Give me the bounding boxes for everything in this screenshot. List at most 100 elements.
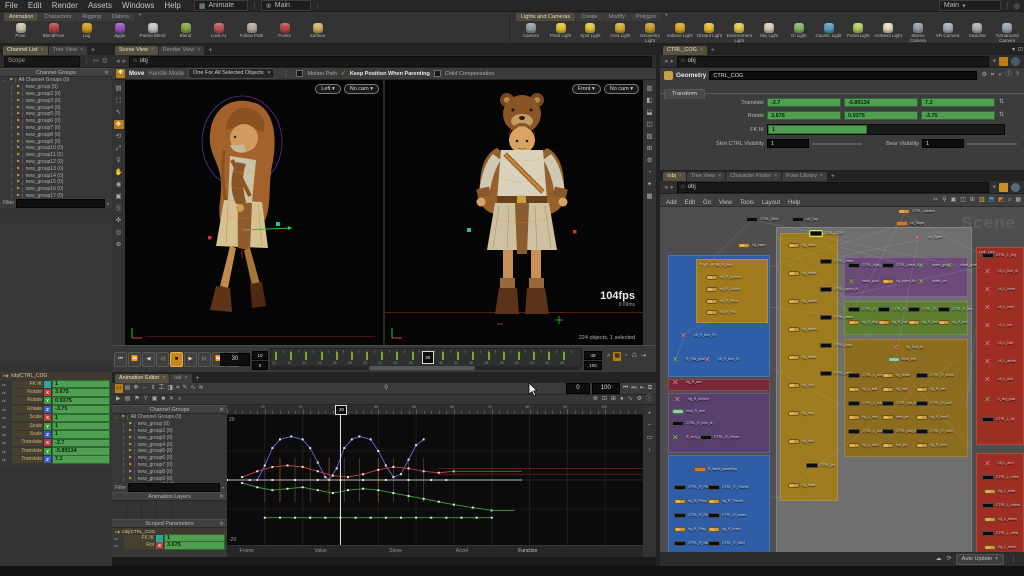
select-icon[interactable]: ↖ bbox=[114, 108, 124, 117]
pin-icon[interactable]: ⊡ bbox=[1017, 46, 1024, 55]
shelf-new-tab-button[interactable]: + bbox=[135, 12, 145, 21]
rotate-x-field[interactable]: 3.675 bbox=[767, 111, 841, 120]
tree-item-new-group7-0[interactable]: ├ ⚑{new_group7 (0) bbox=[112, 462, 227, 469]
scoped-param-scale-y[interactable]: ▸▸ Scale Y 1 bbox=[0, 421, 112, 431]
shelf-tool-gi-light[interactable]: GI Light bbox=[784, 23, 814, 43]
right-desktop-menu-icon[interactable]: ⋮ bbox=[1001, 2, 1014, 10]
expand-icons[interactable]: ▸▸ bbox=[2, 449, 11, 454]
back-icon[interactable]: ◂ bbox=[664, 183, 668, 191]
graph-view-icon[interactable]: ▭ bbox=[115, 384, 123, 393]
filter-dropdown-icon[interactable]: ▾ bbox=[107, 201, 109, 206]
recook-icon[interactable]: ⟳ bbox=[946, 555, 953, 564]
zoom-out-icon[interactable]: − bbox=[645, 421, 655, 430]
grid-icon[interactable]: ⊞ bbox=[645, 144, 655, 153]
menu-windows[interactable]: Windows bbox=[117, 1, 159, 10]
network-node-rig-l-ball[interactable]: rig_L_ball bbox=[848, 387, 877, 392]
twisty-icon[interactable]: ├ bbox=[122, 469, 126, 474]
fit-icon[interactable]: ⊡ bbox=[601, 395, 608, 404]
expand-icons[interactable]: ▸▸ bbox=[114, 543, 123, 548]
tab-animation-editor[interactable]: Animation Editor × bbox=[115, 374, 170, 383]
shelf-tab-dabins[interactable]: Dabins bbox=[107, 13, 135, 21]
tree-item-new-group-0[interactable]: ├ ⚑{new_group (0) bbox=[112, 421, 227, 428]
network-node-ctrl-r-toe[interactable]: CTRL_R_toe bbox=[938, 307, 972, 312]
play-button[interactable]: ▶ bbox=[184, 352, 197, 367]
new-tab-button[interactable]: + bbox=[88, 46, 98, 55]
network-node-r-hand-parenting[interactable]: R_hand_parenting bbox=[694, 467, 737, 472]
network-node-ctrl-l-ball[interactable]: CTRL_L_ball bbox=[848, 429, 882, 434]
right-desktop-selector[interactable]: Main ▾ bbox=[938, 0, 1001, 11]
shelf-tool-area-light[interactable]: Area Light bbox=[605, 23, 635, 43]
network-node-chest-goal[interactable]: ✕ chest_goal bbox=[946, 262, 977, 270]
shelf-tool-stereo-camera[interactable]: Stereo Camera bbox=[903, 23, 933, 43]
cook-icon[interactable]: ☁ bbox=[935, 555, 943, 564]
ae-scoped-gear-icon[interactable]: ⚙ bbox=[220, 520, 224, 529]
close-icon[interactable]: × bbox=[700, 46, 703, 55]
twisty-icon[interactable]: ├ bbox=[10, 91, 14, 96]
net-menu-edit[interactable]: Edit bbox=[681, 200, 699, 206]
net-info-icon[interactable] bbox=[1011, 182, 1020, 192]
network-node-ctrl-l-leg[interactable]: CTRL_L_leg bbox=[982, 253, 1016, 258]
color-palette-icon[interactable]: ⬒ bbox=[988, 196, 996, 205]
scale-keys-h-icon[interactable]: ⇔ bbox=[140, 384, 148, 393]
playback-end-field[interactable]: 49 bbox=[584, 351, 602, 360]
node-info-icon[interactable] bbox=[1011, 56, 1020, 66]
global-end-field[interactable]: 100 bbox=[584, 361, 602, 370]
timeline[interactable]: 10 12 14 16 18 20 22 24 26 28 30 32 34 36 38 40 42 44 46 48… bbox=[270, 348, 582, 367]
keep-position-check-icon[interactable]: ✓ bbox=[341, 70, 346, 77]
close-icon[interactable]: × bbox=[718, 172, 721, 181]
info-icon[interactable]: ⓘ bbox=[645, 395, 653, 404]
expand-icons[interactable]: ▸▸ bbox=[2, 407, 11, 412]
scoped-param-translate-y[interactable]: ▸▸ Translate Y -5.89134 bbox=[0, 447, 112, 456]
shelf-tool-blend[interactable]: Blend bbox=[169, 23, 202, 39]
scoped-param-rotate-y[interactable]: ▸▸ Rotate Y 0.9375 bbox=[0, 396, 112, 406]
move-tool-icon[interactable]: ✥ bbox=[116, 69, 125, 78]
network-node-ctrl-skirt[interactable]: CTRL_Skirt bbox=[746, 217, 778, 222]
dot-icon[interactable]: ∙ bbox=[586, 395, 590, 404]
tree-item-new-group3-0[interactable]: ├ ⚑{new_group3 (0) bbox=[112, 434, 227, 441]
layout-icon[interactable]: ▤ bbox=[114, 84, 124, 93]
ae-filter-dropdown-icon[interactable]: ▾ bbox=[222, 485, 224, 490]
zoom-in-icon[interactable]: + bbox=[645, 409, 655, 418]
viewport-pane-right[interactable]: Front ▾ No cam ▾ 104fps 9.09ms 224 objec… bbox=[385, 80, 643, 345]
network-node-ctl-r-arm[interactable]: ✕ ctl_R_Arm bbox=[702, 262, 732, 270]
network-node-ctl-l-ball[interactable]: ✕ ctl_L_ball bbox=[984, 340, 1013, 348]
network-node-ctrl-r-toe2[interactable]: CTRL_R_toe2 bbox=[916, 401, 952, 406]
new-tab-button[interactable]: + bbox=[205, 46, 215, 55]
expand-icons[interactable]: ▸▸ bbox=[2, 440, 11, 445]
viewport-pane-left[interactable]: Left ▾ No cam ▾ bbox=[125, 80, 383, 345]
twisty-icon[interactable]: ├ bbox=[122, 449, 126, 454]
record-icon[interactable]: ● bbox=[619, 395, 625, 404]
shelf-tool-distant-light[interactable]: Distant Light bbox=[695, 23, 725, 43]
shelf-tool-parent-blend[interactable]: Parent Blend bbox=[136, 23, 169, 39]
shelf-tool-blendpose[interactable]: BlendPose bbox=[37, 23, 70, 39]
network-node-rig-cape[interactable]: rig_cape bbox=[738, 243, 765, 248]
close-icon[interactable]: × bbox=[820, 172, 823, 181]
network-node-bind-r-arm[interactable]: bind_R_arm bbox=[672, 409, 705, 414]
network-node-ctrl-r-thumb[interactable]: CTRL_R_Thumb bbox=[708, 485, 748, 490]
network-node-rig-spine2[interactable]: rig_spine2 bbox=[788, 299, 818, 304]
tab-render-view[interactable]: Render View × bbox=[158, 46, 205, 55]
shelf-tab-characters[interactable]: Characters bbox=[39, 13, 77, 21]
channel-list-icon[interactable]: ▤ bbox=[124, 395, 132, 404]
handle-mode-label[interactable]: Handle Mode bbox=[148, 71, 184, 77]
network-node-spine-goal[interactable]: ✕ spine_goal bbox=[918, 262, 949, 270]
twisty-icon[interactable]: ├ bbox=[10, 180, 14, 185]
network-node-ctrl-hips-ik[interactable]: CTRL_hips_ik bbox=[848, 263, 884, 268]
probe-icon[interactable]: ⚲ bbox=[941, 196, 947, 205]
scoped-param-rot-x[interactable]: ▸▸ Rot X 3.675 bbox=[112, 541, 227, 550]
cut-icon[interactable]: ✂ bbox=[932, 196, 939, 205]
toolbar-menu-icon[interactable]: ⋮ bbox=[279, 70, 292, 78]
network-node-ctl-l-knee[interactable]: ✕ ctl_L_knee bbox=[984, 286, 1015, 294]
zoom-keys-icon[interactable]: ⌕ bbox=[177, 395, 182, 404]
snap-icon[interactable]: ▣ bbox=[114, 192, 124, 201]
twisty-icon[interactable]: ├ bbox=[122, 456, 126, 461]
network-node-ctl-l-arm[interactable]: ✕ ctl_L_arm bbox=[984, 460, 1013, 468]
tree-item-new-group5-0[interactable]: ├ ⚑{new_group5 (0) bbox=[112, 448, 227, 455]
network-node-rig-r-index[interactable]: rig_R_Index bbox=[708, 527, 741, 532]
net-menu-layout[interactable]: Layout bbox=[758, 200, 784, 206]
skirt-visibility-field[interactable]: 1 bbox=[767, 139, 809, 148]
function-icon[interactable]: ∿ bbox=[627, 395, 634, 404]
shelf-tab-modify[interactable]: Modify bbox=[603, 13, 630, 21]
twisty-icon[interactable]: ├ bbox=[10, 119, 14, 124]
twisty-icon[interactable]: ├ bbox=[122, 476, 126, 481]
